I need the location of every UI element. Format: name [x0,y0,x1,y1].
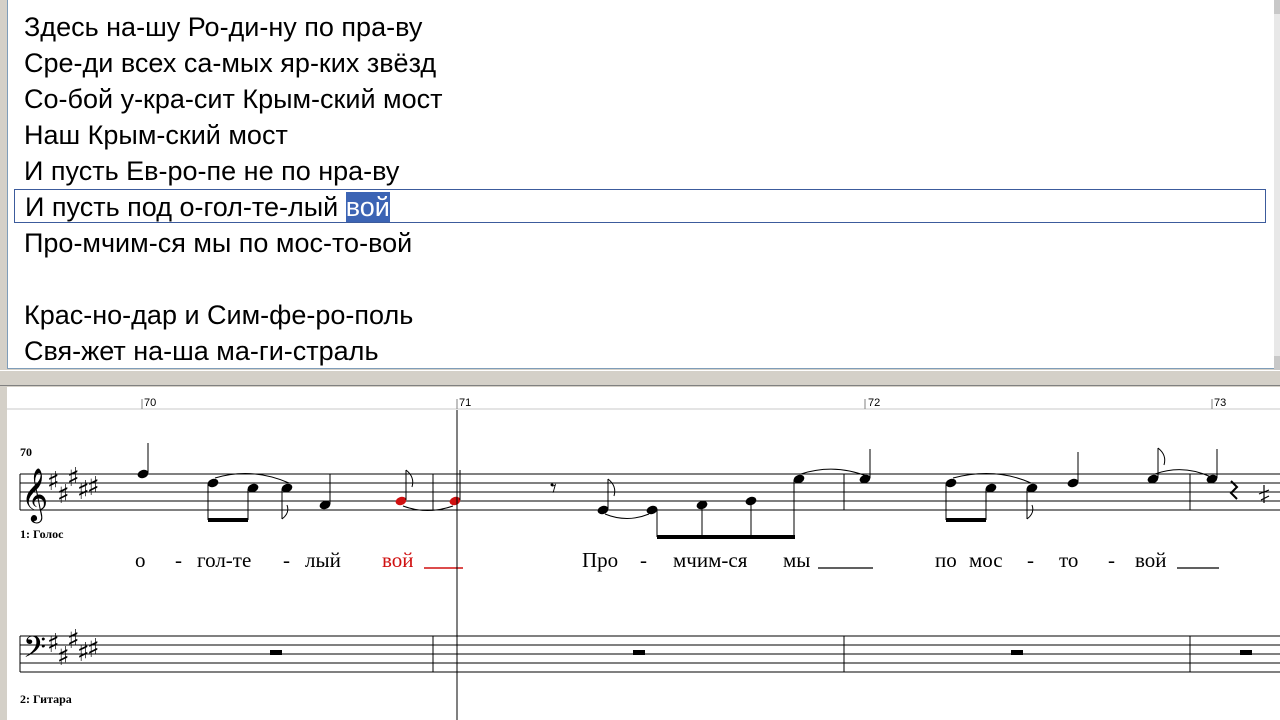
track-name-guitar[interactable]: 2: Гитара [20,692,72,706]
selected-syllable[interactable]: вой [345,192,390,222]
lyric-line-1[interactable]: Здесь на-шу Ро-ди-ну по пра-ву [14,10,1266,44]
svg-text:-: - [283,548,290,572]
beam [946,518,986,522]
svg-text:-: - [1108,548,1115,572]
lyric-syllable[interactable]: мчим-ся [673,548,748,572]
lyric-line-3[interactable]: Со-бой у-кра-сит Крым-ский мост [14,82,1266,116]
note-9 [646,505,658,537]
note-19 [1206,449,1218,484]
scroll-up-arrow[interactable] [1274,0,1280,14]
whole-rest-icon [633,650,645,655]
whole-rest-icon [1011,650,1023,655]
score-view[interactable]: 70 71 72 73 70 𝄞 ♯ ♯ ♯ ♯ ♯ 𝄾 1: Голос о … [7,387,1280,720]
note-11 [745,496,757,537]
svg-text:𝄾: 𝄾 [550,474,557,504]
lyric-syllable[interactable]: то [1059,548,1078,572]
lyric-syllable[interactable]: гол-те [197,548,251,572]
quarter-rest-icon [1229,480,1239,500]
lyric-syllable[interactable]: о [135,548,146,572]
lyric-line-7[interactable]: Про-мчим-ся мы по мос-то-вой [14,226,1266,260]
slur [952,473,1032,484]
ruler-number-72: 72 [868,397,880,409]
slur [214,473,290,484]
tie [1154,469,1212,478]
note-13 [859,449,871,484]
measure-ruler[interactable]: 70 71 72 73 [7,387,1280,410]
note-1 [137,443,149,479]
lyric-syllable[interactable]: по [935,548,957,572]
lyric-line-6-text: И пусть под о-гол-те-лый [25,192,346,222]
lyric-syllable[interactable]: мос [969,548,1003,572]
note-18 [1147,447,1166,484]
ruler-number-70: 70 [144,397,156,409]
lyric-syllable[interactable]: лый [305,548,341,572]
lyric-line-9[interactable]: Крас-но-дар и Сим-фе-ро-поль [14,298,1266,332]
note-7-red [449,470,461,506]
beam [208,518,248,522]
eighth-rest-icon: 𝄾 [550,474,557,504]
lyric-line-current[interactable]: И пусть под о-гол-те-лый вой [14,189,1266,223]
sharp-icon: ♯ [87,634,100,664]
measure-number: 70 [20,445,32,459]
note-2 [207,478,219,520]
whole-rest-icon [1240,650,1252,655]
lyric-syllable[interactable]: вой [1135,548,1167,572]
treble-clef-icon: 𝄞 [21,467,48,523]
svg-text:-: - [640,548,647,572]
score-canvas: 70 71 72 73 70 𝄞 ♯ ♯ ♯ ♯ ♯ 𝄾 1: Голос о … [7,387,1280,720]
sharp-icon: ♯ [87,472,100,502]
slur [604,513,650,519]
guitar-staff[interactable]: 𝄢 ♯ ♯ ♯ ♯ ♯ 2: Гитара [19,625,1280,706]
score-lyrics[interactable]: о - гол-те - лый вой Про - мчим-ся мы по… [135,548,1219,572]
lyric-line-10[interactable]: Свя-жет на-ша ма-ги-страль [14,334,1266,368]
lyric-syllable[interactable]: мы [783,548,810,572]
pane-splitter[interactable] [0,370,1280,386]
scroll-down-arrow[interactable] [1274,356,1280,370]
ruler-number-73: 73 [1214,397,1226,409]
sharp-icon [1258,485,1270,503]
beam [657,535,795,539]
lyric-line-8[interactable] [14,262,1266,296]
whole-rest-icon [270,650,282,655]
note-14 [945,478,957,520]
bass-clef-icon: 𝄢 [23,631,46,672]
key-signature-bass: ♯ ♯ ♯ ♯ ♯ [47,625,100,672]
lyric-line-4[interactable]: Наш Крым-ский мост [14,118,1266,152]
voice-notes[interactable]: 𝄾 [136,443,1270,539]
ruler-number-71: 71 [459,397,471,409]
note-17 [1067,452,1079,488]
lyric-syllable[interactable]: Про [582,548,618,572]
lyric-syllable-current[interactable]: вой [382,548,414,572]
svg-text:-: - [175,548,182,572]
track-name-voice[interactable]: 1: Голос [20,527,64,541]
lyrics-editor[interactable]: Здесь на-шу Ро-ди-ну по пра-ву Сре-ди вс… [7,0,1275,369]
key-signature-treble: ♯ ♯ ♯ ♯ ♯ [47,463,100,510]
svg-text:-: - [1027,548,1034,572]
note-10 [696,500,708,537]
tie [800,468,870,478]
lyrics-scrollbar[interactable] [1274,0,1280,370]
lyric-line-5[interactable]: И пусть Ев-ро-пе не по нра-ву [14,154,1266,188]
voice-staff[interactable]: 𝄞 ♯ ♯ ♯ ♯ ♯ 𝄾 1: Голос [19,443,1280,541]
lyric-line-2[interactable]: Сре-ди всех са-мых яр-ких звёзд [14,46,1266,80]
